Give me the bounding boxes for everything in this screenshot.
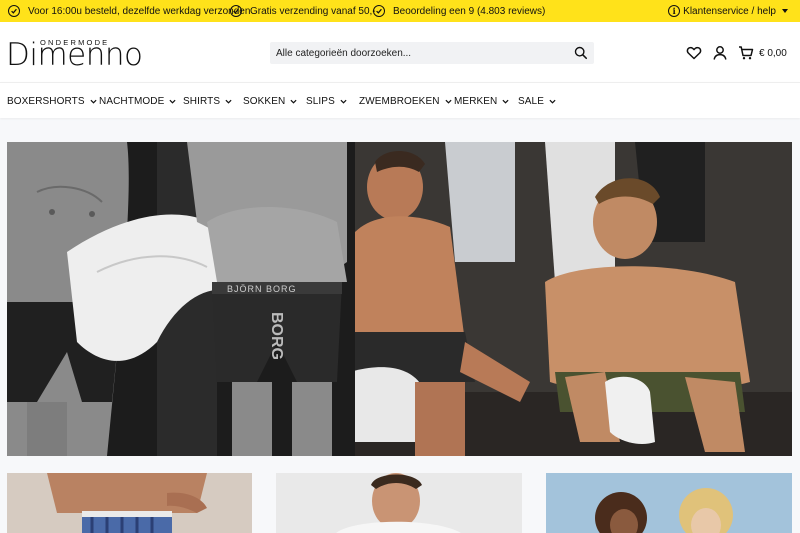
nav-item-slips[interactable]: SLIPS	[306, 83, 347, 119]
customer-service-dropdown[interactable]: i Klantenservice / help	[668, 0, 788, 22]
nav-item-label: BOXERSHORTS	[7, 95, 85, 107]
chevron-down-icon	[290, 99, 297, 104]
category-tile-boxershorts[interactable]	[7, 473, 252, 533]
check-circle-icon	[230, 5, 242, 17]
hero-photo-right	[350, 142, 792, 456]
usp-item-reviews[interactable]: Beoordeling een 9 (4.803 reviews)	[373, 0, 545, 22]
chevron-down-icon	[445, 99, 452, 104]
logo-tagline: ONDERMODE	[40, 38, 110, 47]
chevron-down-icon	[502, 99, 509, 104]
info-icon: i	[668, 5, 681, 17]
usp-text: Gratis verzending vanaf 50,-	[250, 5, 376, 17]
nav-item-label: MERKEN	[454, 95, 498, 107]
usp-text: Beoordeling een 9 (4.803 reviews)	[393, 5, 546, 17]
check-circle-icon	[8, 5, 20, 17]
nav-item-label: SOKKEN	[243, 95, 286, 107]
nav-item-sokken[interactable]: SOKKEN	[243, 83, 297, 119]
nav-item-nachtmode[interactable]: NACHTMODE	[99, 83, 176, 119]
main-navigation: BOXERSHORTS NACHTMODE SHIRTS SOKKEN SLIP…	[0, 82, 800, 118]
caret-down-icon	[782, 9, 788, 13]
usp-bar: Voor 16:00u besteld, dezelfde werkdag ve…	[0, 0, 800, 22]
nav-item-label: SHIRTS	[183, 95, 221, 107]
waistband-brand-text: BJÖRN BORG	[227, 284, 297, 294]
nav-item-label: SLIPS	[306, 95, 335, 107]
check-circle-icon	[373, 5, 385, 17]
nav-item-merken[interactable]: MERKEN	[454, 83, 509, 119]
nav-item-shirts[interactable]: SHIRTS	[183, 83, 232, 119]
nav-item-label: ZWEMBROEKEN	[359, 95, 440, 107]
search-bar	[270, 42, 594, 64]
customer-service-label: Klantenservice / help	[683, 5, 776, 17]
nav-item-zwembroeken[interactable]: ZWEMBROEKEN	[359, 83, 452, 119]
nav-item-sale[interactable]: SALE	[518, 83, 556, 119]
nav-item-boxershorts[interactable]: BOXERSHORTS	[7, 83, 97, 119]
cart-button[interactable]: € 0,00	[738, 44, 787, 62]
heart-icon[interactable]	[686, 45, 702, 61]
shorts-brand-text: BORG	[268, 312, 285, 360]
nav-item-label: NACHTMODE	[99, 95, 165, 107]
chevron-down-icon	[169, 99, 176, 104]
hero-photo-left: BJÖRN BORG BORG	[7, 142, 355, 456]
site-header: Dimenno ONDERMODE € 0,00	[0, 22, 800, 82]
hero-photo-right-illustration	[350, 142, 792, 456]
chevron-down-icon	[549, 99, 556, 104]
chevron-down-icon	[340, 99, 347, 104]
category-tile-shirts[interactable]	[276, 473, 522, 533]
chevron-down-icon	[90, 99, 97, 104]
category-tile-kids[interactable]	[546, 473, 792, 533]
cart-icon	[739, 46, 754, 60]
user-icon[interactable]	[712, 45, 728, 61]
usp-text: Voor 16:00u besteld, dezelfde werkdag ve…	[28, 5, 251, 17]
usp-item-free-shipping: Gratis verzending vanaf 50,-	[230, 0, 376, 22]
nav-item-label: SALE	[518, 95, 544, 107]
cart-amount: € 0,00	[759, 47, 787, 59]
site-logo[interactable]: Dimenno ONDERMODE	[6, 37, 186, 71]
search-icon[interactable]	[574, 46, 588, 60]
search-input[interactable]	[270, 47, 560, 59]
category-tile-image	[7, 473, 252, 533]
chevron-down-icon	[225, 99, 232, 104]
category-tile-image	[546, 473, 792, 533]
hero-photo-left-illustration: BJÖRN BORG BORG	[7, 142, 355, 456]
hero-banner[interactable]: BJÖRN BORG BORG	[7, 142, 792, 456]
usp-item-shipping-same-day: Voor 16:00u besteld, dezelfde werkdag ve…	[8, 0, 250, 22]
category-tile-image	[276, 473, 522, 533]
